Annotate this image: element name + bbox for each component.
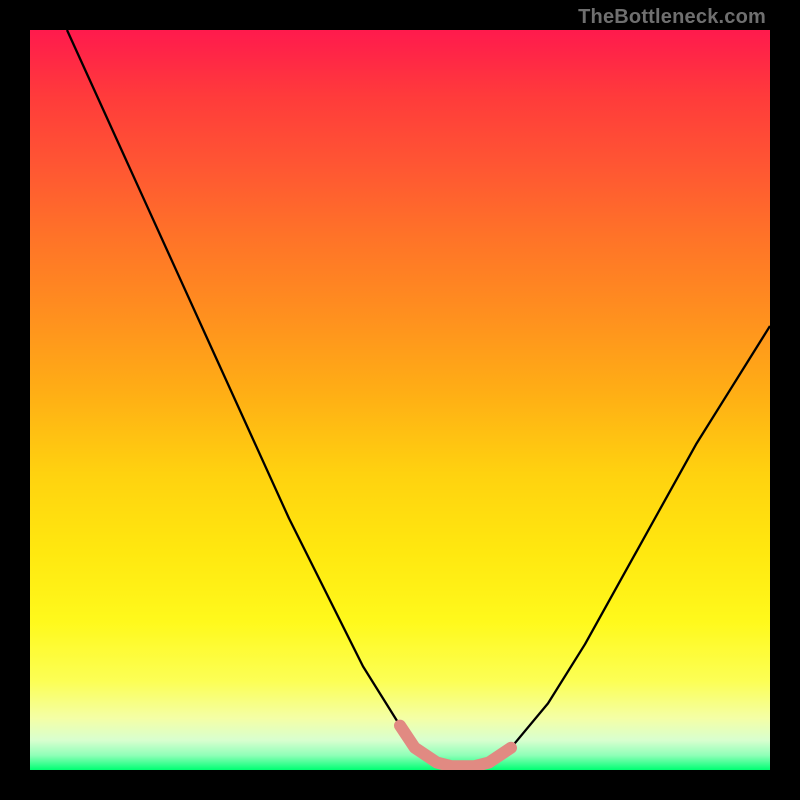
bottleneck-curve — [67, 30, 770, 766]
chart-frame: TheBottleneck.com — [0, 0, 800, 800]
plot-area — [30, 30, 770, 770]
optimal-range-highlight — [400, 726, 511, 767]
attribution-watermark: TheBottleneck.com — [578, 6, 766, 29]
curve-layer — [30, 30, 770, 770]
